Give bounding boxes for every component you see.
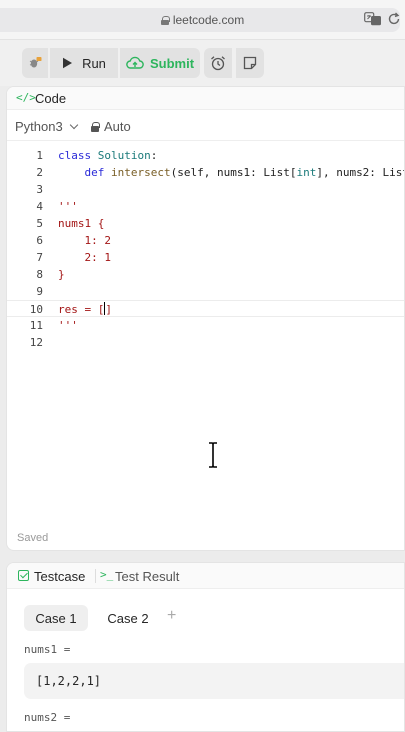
checkbox-icon [18,570,29,581]
notes-button[interactable] [236,48,264,78]
param-label-nums1: nums1 = [24,643,71,656]
line-number: 9 [36,285,43,298]
text-caret [104,302,106,315]
editor-toolbar: Run Submit [0,40,405,86]
line-number: 5 [36,217,43,230]
code-line: 1 class Solution: [7,147,404,164]
code-line: 7 2: 1 [7,249,404,266]
code-line: 9 [7,283,404,300]
line-number: 7 [36,251,43,264]
line-number: 4 [36,200,43,213]
url-field[interactable]: leetcode.com [0,13,405,27]
code-editor[interactable]: 1 class Solution: 2 def intersect(self, n… [7,147,404,351]
code-line: 8} [7,266,404,283]
note-icon [243,56,257,70]
case-tab-1[interactable]: Case 1 [24,605,88,631]
code-line: 11 ''' [7,317,404,334]
run-button[interactable]: Run [50,48,118,78]
url-text: leetcode.com [172,13,245,27]
code-line: 12 [7,334,404,351]
alarm-clock-icon [211,56,225,71]
param-input-nums1[interactable]: [1,2,2,1] [24,663,404,699]
language-select[interactable]: Python3 [15,119,78,134]
run-label: Run [82,55,106,71]
testcase-panel-header: Testcase >_ Test Result [7,563,404,589]
param-label-nums2: nums2 = [24,711,71,724]
debug-button[interactable] [22,48,48,78]
line-number: 10 [29,303,43,316]
code-line: 6 1: 2 [7,232,404,249]
tab-test-result[interactable]: Test Result [115,569,179,584]
line-number: 3 [36,183,43,196]
save-status: Saved [17,532,49,544]
timer-button[interactable] [204,48,232,78]
bug-lock-icon [29,57,42,68]
ibeam-cursor-icon [209,442,217,468]
auto-mode-toggle[interactable]: Auto [91,119,131,134]
secure-lock-icon [160,16,170,25]
add-case-icon[interactable]: + [167,607,176,625]
code-line: 2 def intersect(self, nums1: List[int], … [7,164,404,181]
language-label: Python3 [15,119,63,134]
line-number: 1 [36,149,43,162]
code-panel: </> Code Python3 Auto 1 class Solution: 2… [6,86,405,551]
line-number: 11 [29,319,43,332]
submit-button[interactable]: Submit [120,48,200,78]
chevron-down-icon [69,120,78,129]
testcase-panel: Testcase >_ Test Result Case 1 Case 2 + … [6,562,405,732]
tab-testcase[interactable]: Testcase [34,569,85,584]
lock-icon [91,121,100,132]
browser-address-bar: leetcode.com [0,0,405,40]
submit-label: Submit [149,55,195,71]
tab-divider [95,569,96,583]
auto-mode-label: Auto [104,119,131,134]
line-number: 8 [36,268,43,281]
code-line-active: 10 res = [] [7,300,404,317]
language-bar: Python3 Auto [7,111,404,141]
refresh-icon[interactable] [387,12,401,26]
code-panel-header: </> Code [7,87,404,110]
code-line: 3 [7,181,404,198]
code-brackets-icon: </> [16,91,36,104]
line-number: 2 [36,166,43,179]
terminal-icon: >_ [100,568,114,581]
cloud-upload-icon [126,56,144,69]
play-icon [63,57,73,69]
translate-icon[interactable] [364,12,382,26]
code-tab-label[interactable]: Code [35,91,66,106]
case-tab-2[interactable]: Case 2 [96,605,160,631]
code-line: 4 ''' [7,198,404,215]
code-line: 5 nums1 { [7,215,404,232]
line-number: 6 [36,234,43,247]
line-number: 12 [29,336,43,349]
